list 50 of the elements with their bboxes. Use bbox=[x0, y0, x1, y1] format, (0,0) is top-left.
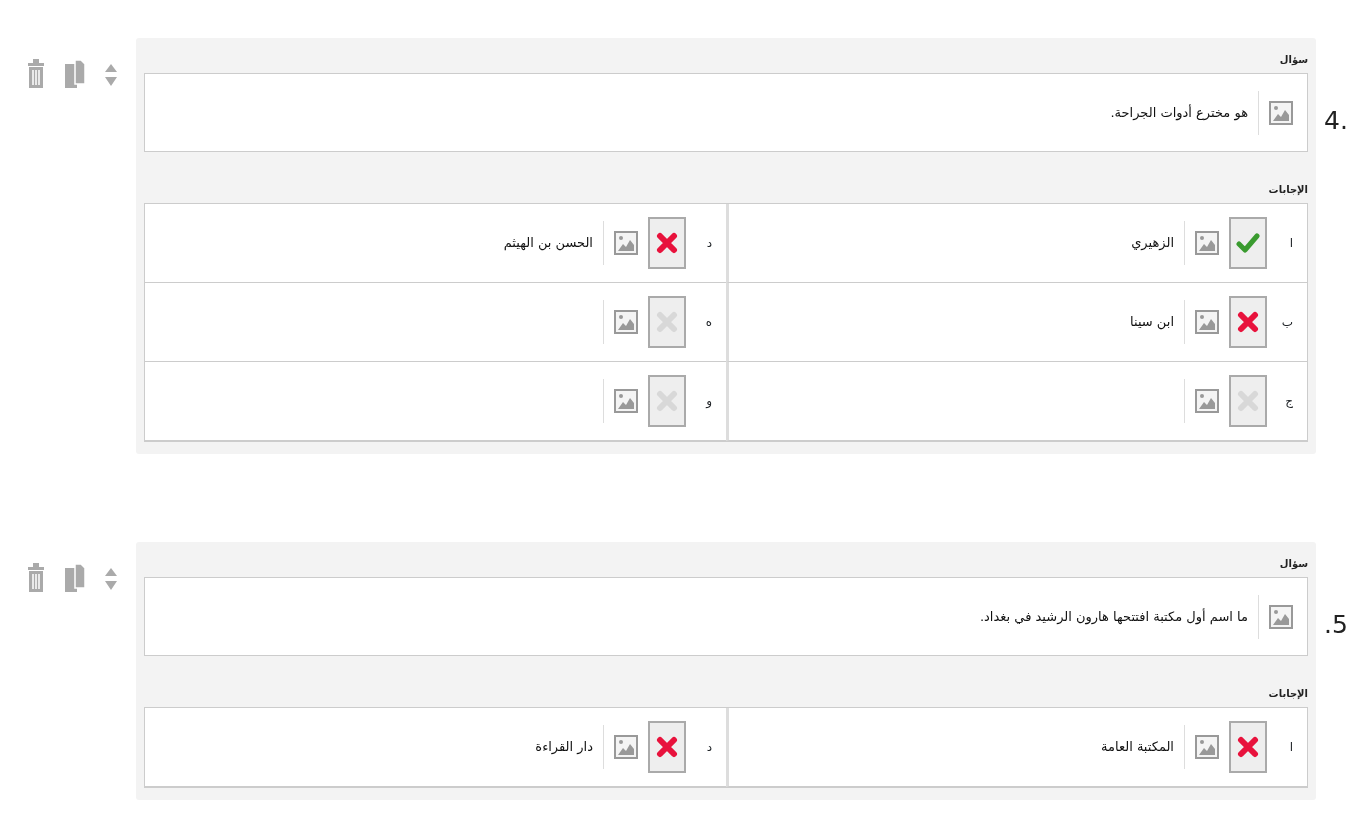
answer-text: دار القراءة bbox=[535, 738, 593, 757]
answer-state-toggle[interactable] bbox=[648, 721, 686, 773]
image-icon[interactable] bbox=[1195, 735, 1219, 759]
answer-state-toggle[interactable] bbox=[1229, 721, 1267, 773]
cross-icon bbox=[656, 232, 678, 254]
cross-icon bbox=[1237, 311, 1259, 333]
trash-icon[interactable] bbox=[26, 562, 46, 594]
image-icon[interactable] bbox=[614, 310, 638, 334]
answer-text: الزهيري bbox=[1131, 234, 1174, 253]
answer-text: ابن سينا bbox=[1130, 313, 1174, 332]
answer-state-toggle[interactable] bbox=[648, 375, 686, 427]
answer-state-toggle[interactable] bbox=[1229, 296, 1267, 348]
answer-letter: ا bbox=[1288, 235, 1293, 252]
answer-letter: و bbox=[704, 393, 712, 410]
answer-letter: ب bbox=[1280, 314, 1293, 331]
image-icon[interactable] bbox=[1195, 389, 1219, 413]
answer-state-toggle[interactable] bbox=[1229, 217, 1267, 269]
answer-text: الحسن بن الهيثم bbox=[503, 234, 593, 253]
answer-state-toggle[interactable] bbox=[648, 217, 686, 269]
question-text: ما اسم أول مكتبة افتتحها هارون الرشيد في بغداد. bbox=[979, 607, 1248, 627]
answer-letter: د bbox=[705, 739, 712, 756]
answer-state-toggle[interactable] bbox=[1229, 375, 1267, 427]
copy-icon[interactable] bbox=[64, 58, 86, 90]
image-icon[interactable] bbox=[614, 231, 638, 255]
image-icon[interactable] bbox=[1269, 604, 1293, 629]
image-icon[interactable] bbox=[614, 389, 638, 413]
answer-letter: ا bbox=[1288, 739, 1293, 756]
check-icon bbox=[1236, 231, 1260, 255]
image-icon[interactable] bbox=[614, 735, 638, 759]
image-icon[interactable] bbox=[1195, 310, 1219, 334]
question-field[interactable]: ما اسم أول مكتبة افتتحها هارون الرشيد في بغداد. bbox=[144, 577, 1308, 656]
cross-icon bbox=[656, 736, 678, 758]
question-label: سؤال bbox=[1278, 557, 1308, 571]
answer-letter: د bbox=[705, 235, 712, 252]
copy-icon[interactable] bbox=[64, 562, 86, 594]
cross-icon bbox=[1237, 736, 1259, 758]
question-field[interactable]: هو مخترع أدوات الجراحة. bbox=[144, 73, 1308, 152]
question-number: 4. bbox=[1323, 105, 1349, 137]
question-text: هو مخترع أدوات الجراحة. bbox=[1110, 103, 1248, 123]
answer-state-toggle[interactable] bbox=[648, 296, 686, 348]
image-icon[interactable] bbox=[1269, 100, 1293, 125]
image-icon[interactable] bbox=[1195, 231, 1219, 255]
trash-icon[interactable] bbox=[26, 58, 46, 90]
question-label: سؤال bbox=[1278, 53, 1308, 67]
answer-text: المكتبة العامة bbox=[1101, 738, 1174, 757]
answer-letter: ه bbox=[704, 314, 712, 331]
answer-letter: ج bbox=[1284, 393, 1293, 410]
answers-label: الإجابات bbox=[1267, 183, 1308, 197]
question-number: .5 bbox=[1323, 609, 1349, 641]
answers-label: الإجابات bbox=[1267, 687, 1308, 701]
